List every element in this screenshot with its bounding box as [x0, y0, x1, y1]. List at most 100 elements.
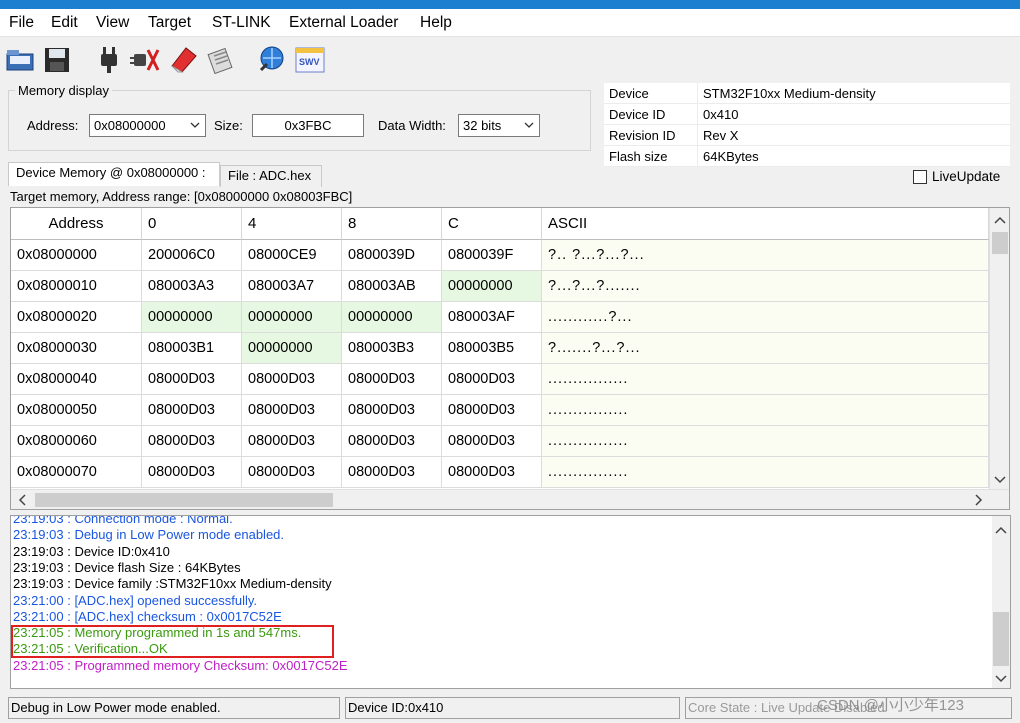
col-0-header: 0: [142, 208, 242, 240]
ascii-cell[interactable]: ?.. ?...?...?...: [542, 240, 989, 271]
memory-word-cell[interactable]: 08000D03: [142, 426, 242, 457]
ascii-cell[interactable]: ?.......?...?...: [542, 333, 989, 364]
address-value: 0x08000000: [94, 118, 166, 133]
col-4-header: 4: [242, 208, 342, 240]
memory-word-cell[interactable]: 0800039F: [442, 240, 542, 271]
open-file-icon[interactable]: [4, 42, 38, 76]
memory-word-cell[interactable]: 08000D03: [142, 364, 242, 395]
size-label: Size:: [214, 118, 243, 133]
highlight-box: [11, 625, 334, 658]
toolbar: SWV: [0, 38, 1020, 80]
address-combobox[interactable]: 0x08000000: [89, 114, 206, 137]
save-icon[interactable]: [40, 42, 74, 76]
memory-word-cell[interactable]: 08000D03: [342, 457, 442, 488]
ascii-cell[interactable]: ................: [542, 364, 989, 395]
ascii-cell[interactable]: ............?...: [542, 302, 989, 333]
size-input[interactable]: 0x3FBC: [252, 114, 364, 137]
swv-label: SWV: [299, 57, 320, 67]
device-info-value: 0x410: [703, 107, 739, 122]
memory-word-cell[interactable]: 08000D03: [342, 364, 442, 395]
memory-word-cell[interactable]: 08000D03: [342, 395, 442, 426]
swv-icon[interactable]: SWV: [293, 42, 327, 76]
device-info-key: Device: [609, 86, 649, 101]
memory-word-cell[interactable]: 00000000: [242, 333, 342, 364]
menu-edit[interactable]: Edit: [51, 14, 78, 32]
device-info-row: Flash size 64KBytes: [604, 146, 1010, 167]
status-message: Debug in Low Power mode enabled.: [8, 697, 340, 719]
menu-view[interactable]: View: [96, 14, 129, 32]
memory-word-cell[interactable]: 080003B1: [142, 333, 242, 364]
live-update-checkbox[interactable]: [913, 170, 927, 184]
ascii-cell[interactable]: ................: [542, 426, 989, 457]
memory-word-cell[interactable]: 08000D03: [442, 457, 542, 488]
status-device-id: Device ID:0x410: [345, 697, 680, 719]
memory-word-cell[interactable]: 08000D03: [442, 426, 542, 457]
memory-word-cell[interactable]: 080003A3: [142, 271, 242, 302]
tab-file-adc-hex[interactable]: File : ADC.hex: [220, 165, 322, 187]
row-address-cell: 0x08000050: [11, 395, 142, 426]
menu-external-loader[interactable]: External Loader: [289, 14, 398, 32]
memory-word-cell[interactable]: 00000000: [242, 302, 342, 333]
target-icon[interactable]: [255, 42, 289, 76]
device-info-key: Flash size: [609, 149, 668, 164]
memory-display-group: Memory display Address: 0x08000000 Size:…: [8, 83, 591, 151]
memory-word-cell[interactable]: 08000D03: [242, 426, 342, 457]
memory-word-cell[interactable]: 00000000: [142, 302, 242, 333]
memory-word-cell[interactable]: 00000000: [342, 302, 442, 333]
chevron-left-icon[interactable]: [14, 491, 32, 509]
memory-word-cell[interactable]: 080003A7: [242, 271, 342, 302]
menu-help[interactable]: Help: [420, 14, 452, 32]
ascii-cell[interactable]: ................: [542, 457, 989, 488]
device-info-row: Device ID 0x410: [604, 104, 1010, 125]
scroll-thumb[interactable]: [35, 493, 333, 507]
device-info-value: 64KBytes: [703, 149, 759, 164]
device-info-row: Revision ID Rev X: [604, 125, 1010, 146]
memory-word-cell[interactable]: 080003B3: [342, 333, 442, 364]
program-icon[interactable]: [204, 42, 238, 76]
scroll-thumb[interactable]: [992, 232, 1008, 254]
memory-grid: Address 0 4 8 C ASCII 0x08000000 200006C0 08000C…: [10, 207, 1010, 510]
memory-word-cell[interactable]: 08000D03: [142, 395, 242, 426]
connect-plug-icon[interactable]: [92, 42, 126, 76]
memory-word-cell[interactable]: 080003B5: [442, 333, 542, 364]
memory-grid-horizontal-scrollbar[interactable]: [11, 489, 1009, 509]
log-vertical-scrollbar[interactable]: [992, 516, 1010, 688]
menu-file[interactable]: File: [9, 14, 34, 32]
memory-word-cell[interactable]: 08000D03: [242, 395, 342, 426]
memory-grid-vertical-scrollbar[interactable]: [989, 208, 1009, 489]
memory-word-cell[interactable]: 08000CE9: [242, 240, 342, 271]
disconnect-plug-icon[interactable]: [128, 42, 162, 76]
erase-icon[interactable]: [166, 42, 200, 76]
menu-target[interactable]: Target: [148, 14, 191, 32]
memory-word-cell[interactable]: 08000D03: [142, 457, 242, 488]
chevron-up-icon[interactable]: [991, 212, 1009, 230]
chevron-down-icon[interactable]: [992, 669, 1010, 687]
memory-word-cell[interactable]: 08000D03: [442, 395, 542, 426]
col-c-header: C: [442, 208, 542, 240]
device-info-table: Device STM32F10xx Medium-density Device I…: [604, 83, 1010, 167]
data-width-select[interactable]: 32 bits: [458, 114, 540, 137]
memory-word-cell[interactable]: 080003AB: [342, 271, 442, 302]
memory-word-cell[interactable]: 08000D03: [242, 364, 342, 395]
log-line: 23:21:00 : [ADC.hex] checksum : 0x0017C5…: [13, 608, 282, 624]
chevron-right-icon[interactable]: [969, 491, 987, 509]
memory-word-cell[interactable]: 08000D03: [242, 457, 342, 488]
ascii-cell[interactable]: ?...?...?.......: [542, 271, 989, 302]
scroll-thumb[interactable]: [993, 612, 1009, 666]
memory-word-cell[interactable]: 00000000: [442, 271, 542, 302]
memory-display-title: Memory display: [15, 83, 113, 98]
memory-word-cell[interactable]: 200006C0: [142, 240, 242, 271]
memory-word-cell[interactable]: 080003AF: [442, 302, 542, 333]
ascii-cell[interactable]: ................: [542, 395, 989, 426]
menu-stlink[interactable]: ST-LINK: [212, 14, 271, 32]
memory-word-cell[interactable]: 08000D03: [442, 364, 542, 395]
chevron-down-icon[interactable]: [991, 470, 1009, 488]
log-line: 23:19:03 : Device ID:0x410: [13, 543, 170, 559]
device-info-key: Revision ID: [609, 128, 676, 143]
memory-word-cell[interactable]: 0800039D: [342, 240, 442, 271]
tab-device-memory[interactable]: Device Memory @ 0x08000000 :: [8, 162, 220, 186]
memory-word-cell[interactable]: 08000D03: [342, 426, 442, 457]
row-address-cell: 0x08000010: [11, 271, 142, 302]
log-line: 23:21:00 : [ADC.hex] opened successfully…: [13, 592, 258, 608]
chevron-up-icon[interactable]: [992, 522, 1010, 540]
